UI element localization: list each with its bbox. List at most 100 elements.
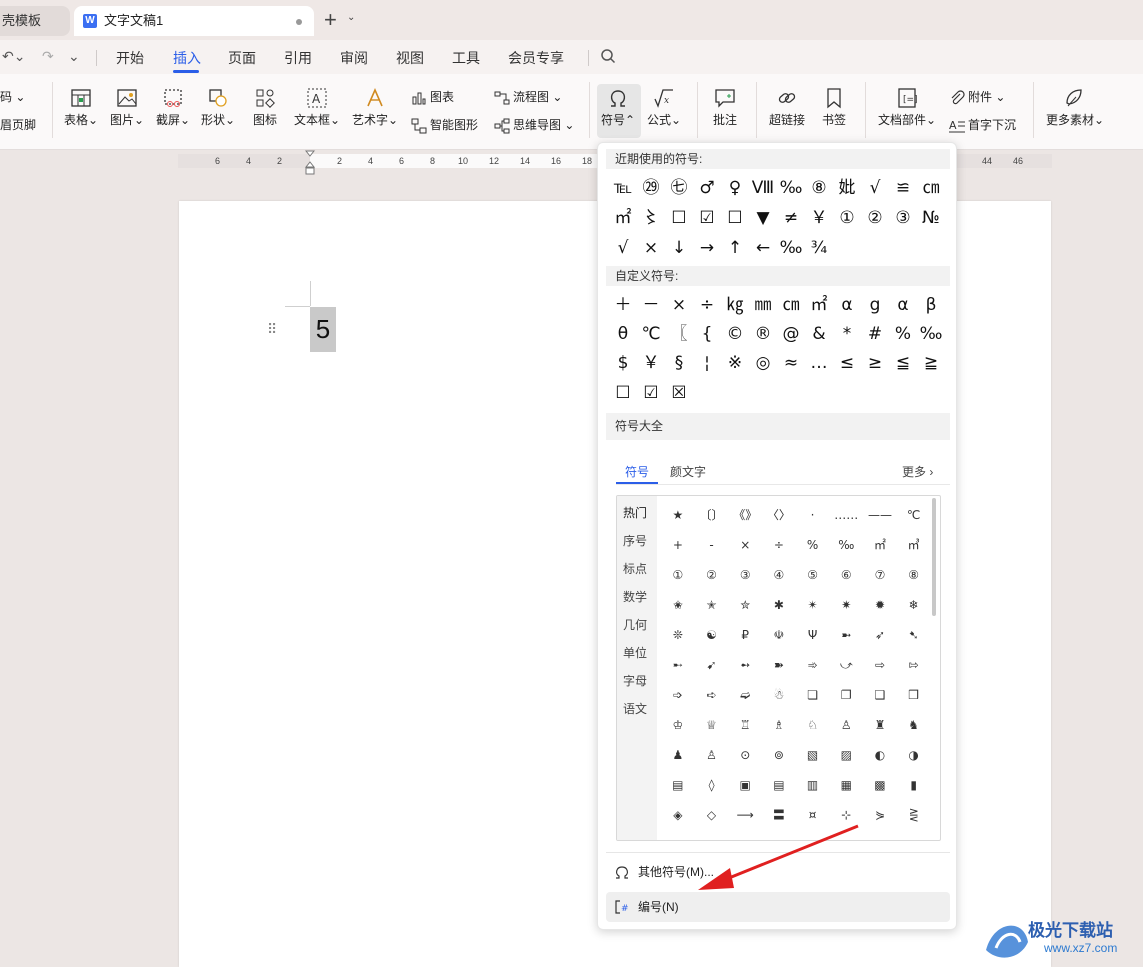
- menu-page[interactable]: 页面: [228, 48, 256, 68]
- menu-member[interactable]: 会员专享: [508, 48, 564, 68]
- symbol-cell[interactable]: -: [695, 530, 729, 560]
- symbol-cell[interactable]: ￥: [637, 348, 665, 378]
- symbol-cell[interactable]: ㎡: [609, 203, 637, 233]
- symbol-cell[interactable]: +: [661, 530, 695, 560]
- symbol-cell[interactable]: ♖: [728, 710, 762, 740]
- symbol-cell[interactable]: ㊆: [665, 173, 693, 203]
- symbol-cell[interactable]: ❏: [796, 680, 830, 710]
- symbol-cell[interactable]: {: [693, 319, 721, 349]
- symbol-cell[interactable]: ㉙: [637, 173, 665, 203]
- symbol-cell[interactable]: α: [833, 290, 861, 320]
- hyperlink-button[interactable]: 超链接: [769, 87, 805, 127]
- undo-icon[interactable]: ↶⌄: [2, 48, 25, 65]
- symbol-cell[interactable]: ➶: [863, 620, 897, 650]
- symbol-cell[interactable]: ▦: [829, 770, 863, 800]
- symbol-cell[interactable]: #: [861, 319, 889, 349]
- symbol-cell[interactable]: ¦: [693, 348, 721, 378]
- symbol-cell[interactable]: ❑: [863, 680, 897, 710]
- symbol-cell[interactable]: ↑: [721, 233, 749, 263]
- redo-icon[interactable]: ↷: [42, 48, 54, 65]
- symbol-cell[interactable]: ✭: [695, 590, 729, 620]
- symbol-cell[interactable]: ▮: [897, 770, 931, 800]
- symbol-cell[interactable]: ♜: [863, 710, 897, 740]
- symbol-cell[interactable]: ①: [661, 560, 695, 590]
- ribbon-header-footer[interactable]: 眉页脚: [0, 117, 36, 133]
- symbol-cell[interactable]: ‰: [777, 233, 805, 263]
- symbol-cell[interactable]: ⑧: [805, 173, 833, 203]
- symbol-cell[interactable]: ♗: [762, 710, 796, 740]
- symbol-cell[interactable]: ✹: [863, 590, 897, 620]
- picture-button[interactable]: 图片⌄: [110, 87, 144, 127]
- symbol-cell[interactable]: ✷: [829, 590, 863, 620]
- symbol-cell[interactable]: ➼: [829, 620, 863, 650]
- symbol-cell[interactable]: ☒: [665, 378, 693, 408]
- symbol-cell[interactable]: ⊙: [728, 740, 762, 770]
- search-icon[interactable]: [600, 48, 616, 64]
- symbol-cell[interactable]: ▤: [661, 770, 695, 800]
- symbol-cell[interactable]: ≧: [917, 348, 945, 378]
- attachment-button[interactable]: 附件 ⌄: [949, 89, 1005, 106]
- more-symbols-link[interactable]: 更多 ›: [902, 463, 933, 480]
- icon-button[interactable]: 图标: [253, 87, 277, 127]
- screenshot-button[interactable]: 截屏⌄: [156, 87, 190, 127]
- table-button[interactable]: 表格⌄: [64, 87, 98, 127]
- chart-button[interactable]: 图表: [411, 89, 454, 106]
- symbol-cell[interactable]: ▧: [796, 740, 830, 770]
- symbol-cell[interactable]: ≤: [833, 348, 861, 378]
- menu-view[interactable]: 视图: [396, 48, 424, 68]
- symbol-cell[interactable]: ⑦: [863, 560, 897, 590]
- symbol-cell[interactable]: ☑: [693, 203, 721, 233]
- symbol-cell[interactable]: ➪: [695, 680, 729, 710]
- menu-insert[interactable]: 插入: [173, 48, 201, 68]
- symbol-cell[interactable]: ↓: [665, 233, 693, 263]
- chevron-down-icon[interactable]: ⌄: [347, 12, 355, 23]
- symbol-cell[interactable]: ♂: [693, 173, 721, 203]
- new-tab-plus-icon[interactable]: +: [324, 8, 337, 32]
- symbol-cell[interactable]: ③: [728, 560, 762, 590]
- symbol-cell[interactable]: ⋛: [897, 800, 931, 830]
- symbol-cell[interactable]: ≠: [777, 203, 805, 233]
- symbol-cell[interactable]: g: [861, 290, 889, 320]
- category-letter[interactable]: 字母: [623, 672, 647, 689]
- paragraph-drag-handle-icon[interactable]: ⠿: [267, 321, 277, 338]
- symbol-cell[interactable]: *: [833, 319, 861, 349]
- symbol-cell[interactable]: ✴: [796, 590, 830, 620]
- symbol-cell[interactable]: 〻: [637, 203, 665, 233]
- symbol-cell[interactable]: ➹: [695, 650, 729, 680]
- textbox-button[interactable]: A 文本框⌄: [294, 87, 340, 127]
- tab-symbols[interactable]: 符号: [625, 463, 649, 480]
- symbol-cell[interactable]: ➾: [796, 650, 830, 680]
- symbol-cell[interactable]: ℃: [897, 500, 931, 530]
- symbol-cell[interactable]: ÷: [693, 290, 721, 320]
- symbol-cell[interactable]: ≦: [889, 348, 917, 378]
- symbol-cell[interactable]: →: [693, 233, 721, 263]
- symbol-cell[interactable]: ❄: [897, 590, 931, 620]
- symbol-cell[interactable]: ₽: [728, 620, 762, 650]
- symbol-cell[interactable]: ㎡: [805, 290, 833, 320]
- symbol-cell[interactable]: ㎡: [863, 530, 897, 560]
- symbol-cell[interactable]: ⇰: [897, 650, 931, 680]
- category-unit[interactable]: 单位: [623, 644, 647, 661]
- symbol-cell[interactable]: ‰: [917, 319, 945, 349]
- symbol-cell[interactable]: &: [805, 319, 833, 349]
- flowchart-button[interactable]: 流程图 ⌄: [494, 89, 562, 106]
- symbol-cell[interactable]: ¾: [805, 233, 833, 263]
- symbol-cell[interactable]: ℃: [637, 319, 665, 349]
- formula-button[interactable]: x 公式⌄: [647, 87, 681, 127]
- mindmap-button[interactable]: 思维导图 ⌄: [494, 117, 574, 134]
- symbol-cell[interactable]: ※: [721, 348, 749, 378]
- symbol-cell[interactable]: ①: [833, 203, 861, 233]
- symbol-cell[interactable]: √: [609, 233, 637, 263]
- symbol-grid-scrollbar[interactable]: [932, 498, 936, 616]
- menu-references[interactable]: 引用: [284, 48, 312, 68]
- symbol-cell[interactable]: №: [917, 203, 945, 233]
- symbol-cell[interactable]: ㎝: [917, 173, 945, 203]
- symbol-cell[interactable]: 〖: [665, 319, 693, 349]
- symbol-cell[interactable]: －: [637, 290, 665, 320]
- symbol-cell[interactable]: ✬: [661, 590, 695, 620]
- symbol-cell[interactable]: ☃: [762, 680, 796, 710]
- symbol-cell[interactable]: ♘: [796, 710, 830, 740]
- symbol-cell[interactable]: ㎜: [749, 290, 777, 320]
- quick-access-more-icon[interactable]: ⌄: [68, 48, 80, 65]
- symbol-cell[interactable]: ⊚: [762, 740, 796, 770]
